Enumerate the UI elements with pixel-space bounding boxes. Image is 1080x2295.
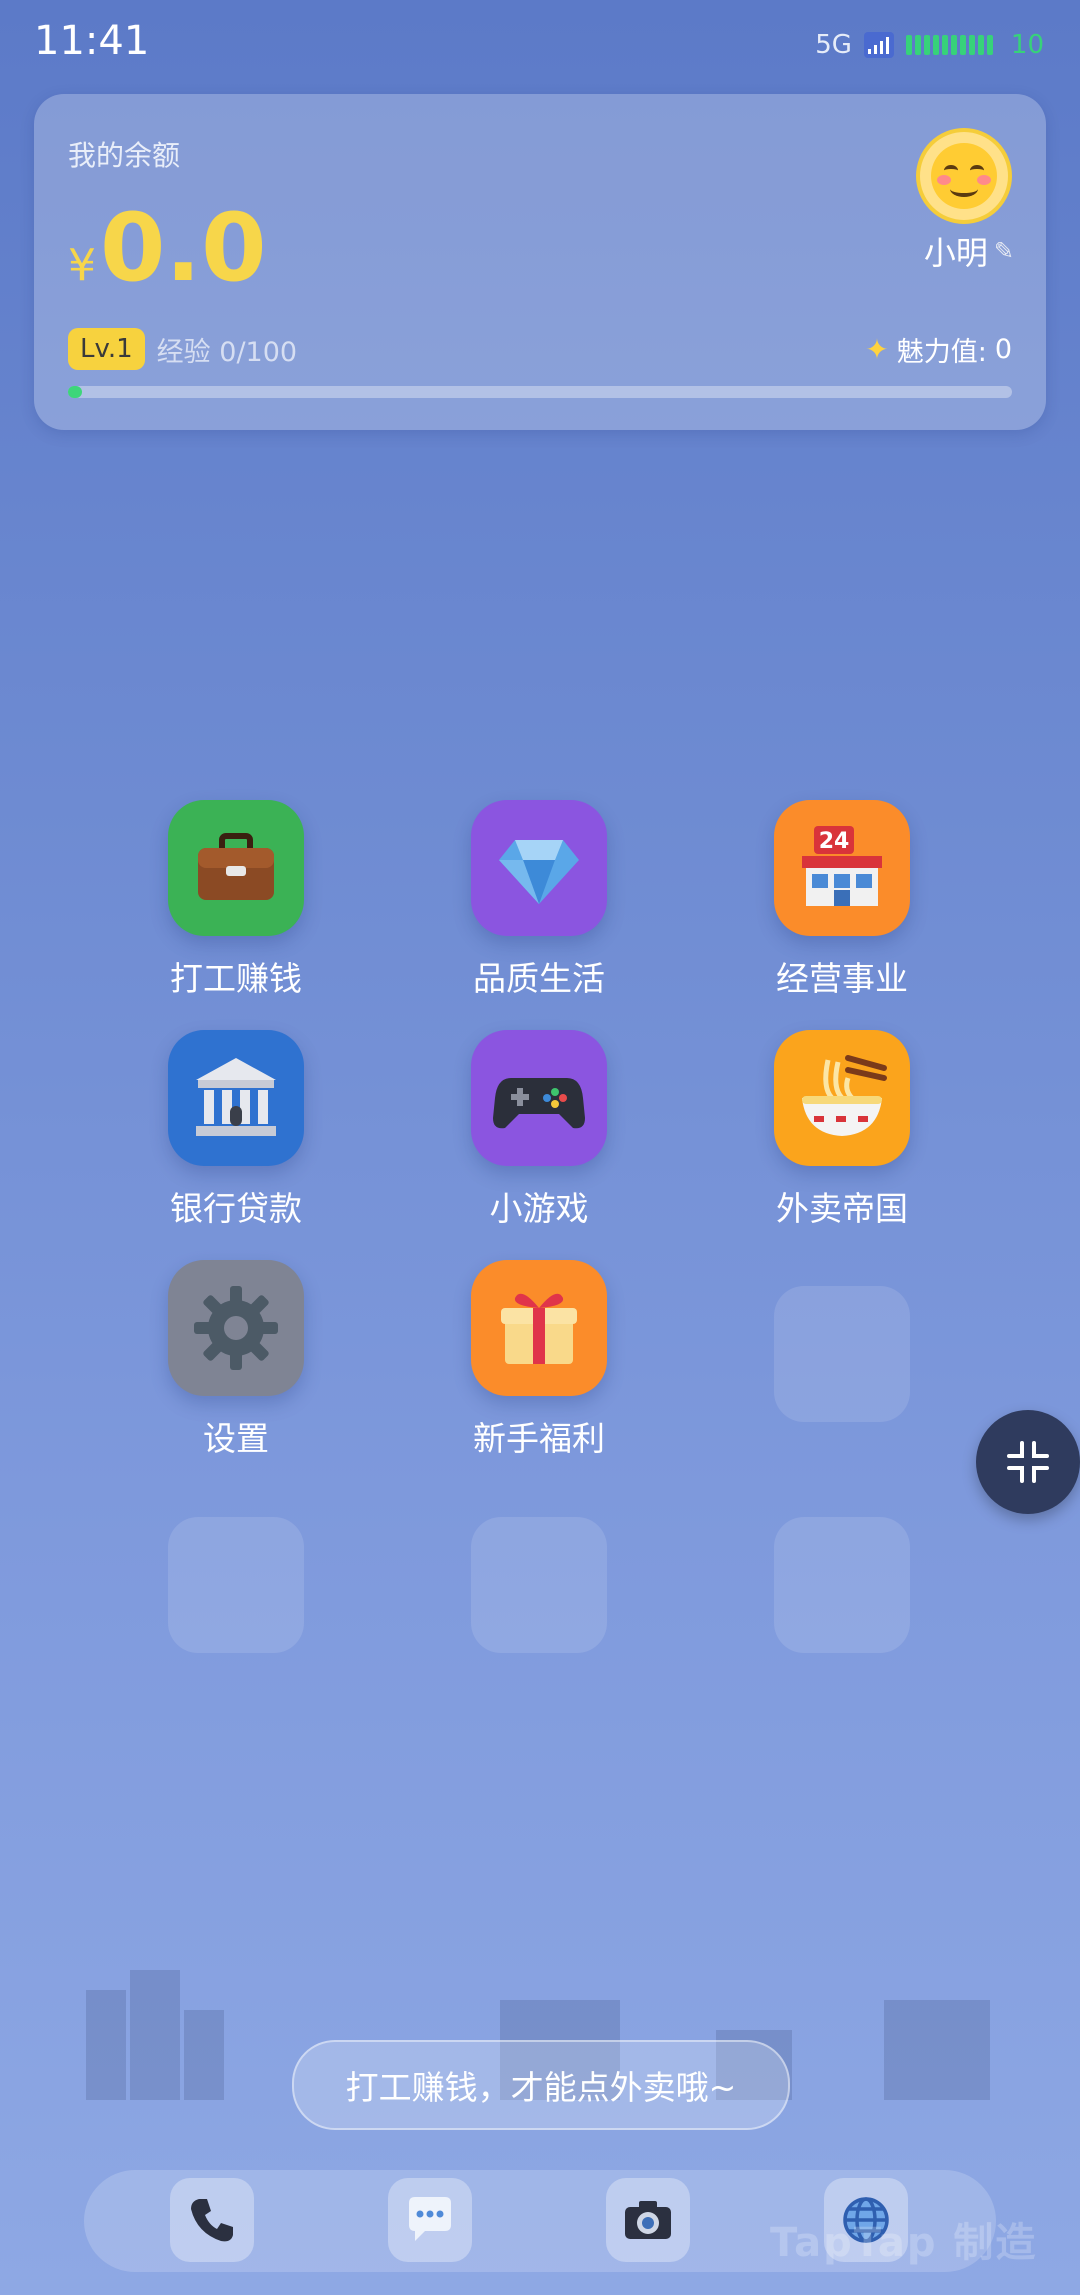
- empty-app-slot: [471, 1517, 607, 1653]
- charm-value: 0: [994, 333, 1012, 365]
- chat-bubble-icon: [409, 2197, 451, 2241]
- gamepad-icon: [493, 1078, 585, 1129]
- app-bank-loan[interactable]: 银行贷款: [136, 1030, 336, 1230]
- exp-value: 0/100: [219, 336, 298, 368]
- app-takeout-empire[interactable]: 外卖帝国: [742, 1030, 942, 1230]
- network-type: 5G: [815, 30, 852, 60]
- briefcase-icon: [198, 833, 274, 900]
- app-newbie-benefits[interactable]: 新手福利: [439, 1260, 639, 1460]
- dock-messages-button[interactable]: [388, 2178, 472, 2262]
- dock-phone-button[interactable]: [170, 2178, 254, 2262]
- app-label: 小游戏: [489, 1189, 589, 1228]
- level-row: Lv.1 经验 0/100 ✦ 魅力值: 0: [68, 328, 1012, 370]
- empty-app-slot: [774, 1517, 910, 1653]
- app-icon: [471, 1030, 607, 1166]
- app-label: 品质生活: [473, 959, 605, 998]
- battery-icon: [905, 35, 993, 55]
- app-icon: [168, 1260, 304, 1396]
- svg-text:24: 24: [819, 829, 850, 854]
- charm-label: 魅力值:: [896, 336, 987, 368]
- charm: ✦ 魅力值: 0: [865, 330, 1012, 369]
- app-label: 经营事业: [776, 959, 908, 998]
- toast-message: 打工赚钱，才能点外卖哦~: [292, 2040, 790, 2130]
- status-icons: 5G 10: [815, 30, 1044, 60]
- balance-label: 我的余额: [68, 139, 181, 172]
- empty-app-slot: [774, 1286, 910, 1422]
- sparkle-icon: ✦: [865, 332, 889, 366]
- app-label: 新手福利: [473, 1419, 605, 1458]
- noodle-bowl-icon: [802, 1055, 887, 1136]
- exp-text: 经验 0/100: [157, 330, 297, 369]
- app-icon: [774, 1030, 910, 1166]
- username: 小明: [923, 234, 988, 272]
- diamond-icon: [499, 840, 579, 904]
- app-label: 打工赚钱: [170, 959, 302, 998]
- app-icon: 24: [774, 800, 910, 936]
- app-label: 设置: [203, 1419, 269, 1458]
- signal-icon: [863, 32, 894, 58]
- app-icon: [168, 800, 304, 936]
- convenience-store-icon: 24: [802, 826, 882, 906]
- app-settings[interactable]: 设置: [136, 1260, 336, 1460]
- phone-icon: [191, 2199, 233, 2242]
- watermark: TapTap 制造: [770, 2220, 1038, 2266]
- battery-level: 10: [1010, 30, 1044, 60]
- empty-app-slot: [168, 1517, 304, 1653]
- app-mini-games[interactable]: 小游戏: [439, 1030, 639, 1230]
- edit-pencil-icon[interactable]: ✎: [994, 237, 1014, 265]
- collapse-button[interactable]: [976, 1410, 1080, 1514]
- balance-value: 0.0: [100, 194, 267, 303]
- status-time: 11:41: [34, 18, 150, 64]
- exp-progress-fill: [68, 386, 82, 398]
- gift-icon: [501, 1293, 577, 1364]
- exp-progress-bar: [68, 386, 1012, 398]
- bank-icon: [196, 1058, 276, 1136]
- app-quality-life[interactable]: 品质生活: [439, 800, 639, 1000]
- app-business[interactable]: 24 经营事业: [742, 800, 942, 1000]
- app-work[interactable]: 打工赚钱: [136, 800, 336, 1000]
- currency-symbol: ¥: [68, 240, 96, 291]
- app-label: 银行贷款: [170, 1189, 302, 1228]
- exp-label: 经验: [156, 336, 211, 368]
- app-icon: [471, 800, 607, 936]
- username-row[interactable]: 小明 ✎: [924, 228, 1014, 274]
- avatar[interactable]: [916, 128, 1012, 224]
- app-label: 外卖帝国: [776, 1189, 908, 1228]
- level-badge: Lv.1: [68, 328, 145, 370]
- gear-icon: [194, 1286, 278, 1370]
- app-icon: [168, 1030, 304, 1166]
- camera-icon: [625, 2201, 671, 2239]
- collapse-icon: [1007, 1441, 1049, 1483]
- balance-amount: ¥ 0.0: [68, 194, 267, 303]
- dock-camera-button[interactable]: [606, 2178, 690, 2262]
- app-icon: [471, 1260, 607, 1396]
- smiley-face-icon: [931, 143, 997, 209]
- wallet-card: 我的余额 ¥ 0.0 小明 ✎ Lv.1 经验 0/100 ✦ 魅力值: 0: [34, 94, 1046, 430]
